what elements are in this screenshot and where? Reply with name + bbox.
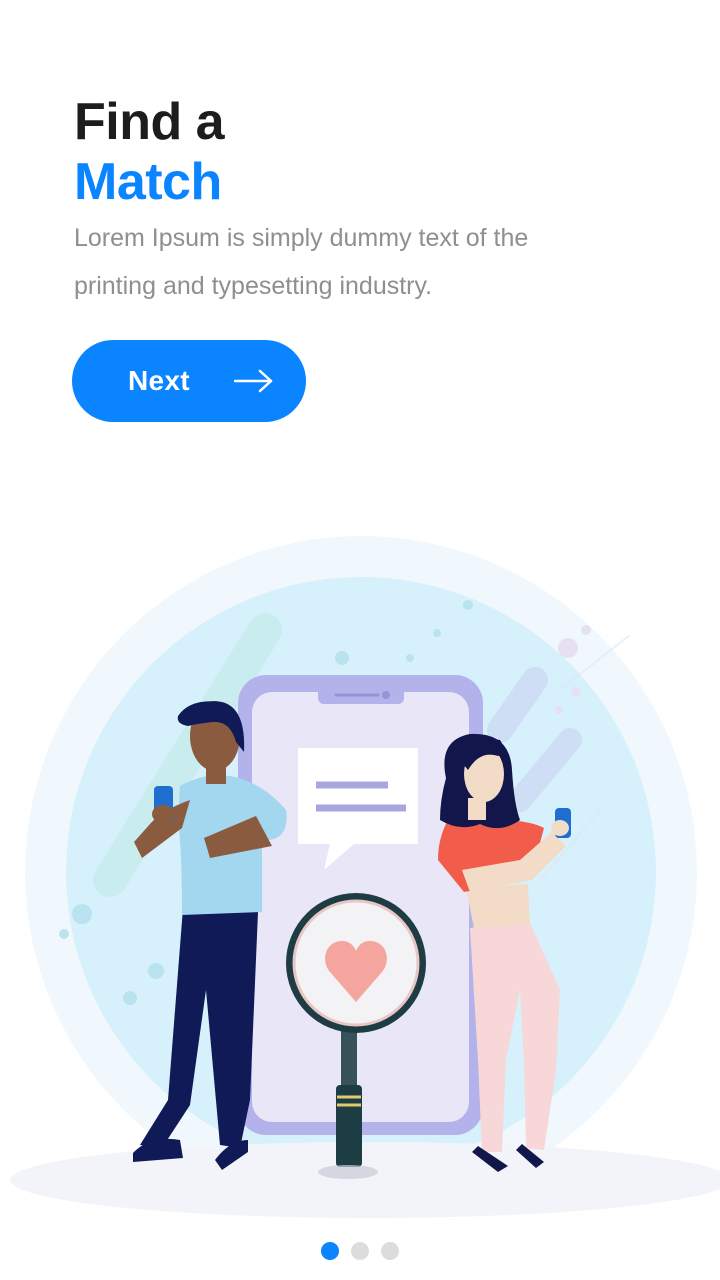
pagination-dot-3[interactable] (381, 1242, 399, 1260)
pagination-dot-1[interactable] (321, 1242, 339, 1260)
title-line-2: Match (74, 153, 222, 211)
page-title: Find a Match (74, 92, 225, 212)
title-line-1: Find a (74, 93, 225, 151)
arrow-right-icon (233, 369, 274, 393)
page-subtitle: Lorem Ipsum is simply dummy text of the … (74, 214, 594, 310)
pagination-dot-2[interactable] (351, 1242, 369, 1260)
pagination-dots (0, 1242, 720, 1260)
next-button-label: Next (128, 365, 190, 396)
subtitle-line-2: printing and typesetting industry. (74, 272, 433, 300)
subtitle-line-1: Lorem Ipsum is simply dummy text of the (74, 224, 529, 252)
next-button[interactable]: Next (72, 340, 306, 422)
matching-illustration (10, 536, 720, 1218)
ground-shadow (10, 1142, 720, 1218)
